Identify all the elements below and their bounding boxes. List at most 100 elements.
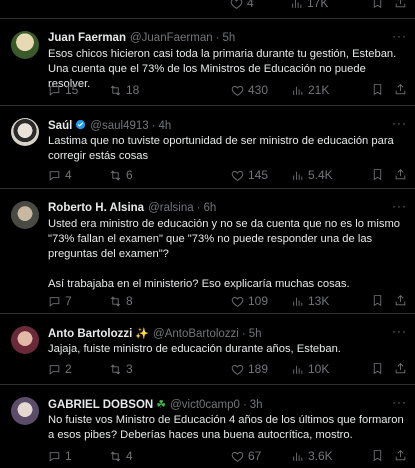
reply-action[interactable]: 7 — [48, 294, 72, 308]
views-action[interactable]: 13K — [291, 294, 329, 308]
reply-count: 7 — [65, 294, 72, 308]
views-icon — [293, 86, 303, 95]
bookmark-icon[interactable] — [371, 168, 384, 181]
avatar[interactable] — [11, 118, 39, 146]
retweet-action[interactable]: 18 — [109, 83, 139, 97]
share-icon[interactable] — [394, 83, 407, 96]
views-icon — [293, 365, 303, 374]
like-count: 430 — [248, 83, 269, 97]
tweet[interactable]: Roberto H. Alsina @ralsina · 6h ··· Uste… — [0, 189, 415, 314]
timestamp[interactable]: 3h — [250, 399, 263, 411]
handle[interactable]: @AntoBartolozzi — [153, 328, 239, 340]
bookmark-icon[interactable] — [371, 0, 384, 9]
reply-count: 4 — [65, 168, 72, 182]
views-action[interactable]: 21K — [291, 83, 329, 97]
views-action[interactable]: 3.6K — [291, 449, 333, 463]
view-count: 17K — [307, 0, 329, 10]
share-icon[interactable] — [394, 294, 407, 307]
timestamp[interactable]: 5h — [222, 32, 235, 44]
more-options-icon[interactable]: ··· — [392, 199, 407, 213]
reply-icon — [49, 296, 60, 307]
bookmark-icon[interactable] — [371, 449, 384, 462]
handle[interactable]: @JuanFaerman — [130, 32, 213, 44]
like-action[interactable]: 145 — [231, 168, 268, 182]
separator-dot: · — [241, 327, 246, 340]
tail-actions — [371, 83, 407, 96]
previous-tweet-actions: 4 17K — [0, 0, 415, 19]
like-action[interactable]: 4 — [230, 0, 254, 10]
share-icon[interactable] — [394, 362, 407, 375]
share-icon[interactable] — [394, 449, 407, 462]
like-action[interactable]: 189 — [231, 362, 268, 376]
retweet-action[interactable]: 4 — [109, 449, 133, 463]
retweet-icon — [110, 85, 121, 95]
more-options-icon[interactable]: ··· — [392, 29, 407, 43]
avatar[interactable] — [11, 397, 39, 425]
timestamp[interactable]: 6h — [203, 202, 216, 214]
display-name[interactable]: Saúl — [48, 120, 72, 132]
display-name[interactable]: Roberto H. Alsina — [48, 202, 144, 214]
share-icon[interactable] — [394, 0, 407, 9]
more-options-icon[interactable]: ··· — [392, 116, 407, 130]
display-name[interactable]: Juan Faerman — [48, 32, 126, 44]
views-icon — [293, 297, 303, 306]
retweet-count: 4 — [126, 449, 133, 463]
display-name[interactable]: Anto Bartolozzi — [48, 328, 132, 340]
tweet[interactable]: GABRIEL DOBSON ☘ @vict0camp0 · 3h ··· No… — [0, 385, 415, 468]
heart-icon — [231, 451, 244, 462]
tweet-header: GABRIEL DOBSON ☘ @vict0camp0 · 3h — [48, 398, 263, 412]
retweet-action[interactable]: 6 — [109, 168, 133, 182]
separator-dot: · — [215, 32, 220, 44]
display-name[interactable]: GABRIEL DOBSON — [48, 399, 153, 411]
retweet-action[interactable]: 8 — [109, 294, 133, 308]
tweet-header: Anto Bartolozzi ✨ @AntoBartolozzi · 5h — [48, 327, 262, 341]
separator-dot: · — [151, 120, 156, 132]
tweet[interactable]: Juan Faerman @JuanFaerman · 5h ··· Esos … — [0, 19, 415, 106]
tweet[interactable]: Saúl @saul4913 · 4h ··· Lastima que no t… — [0, 106, 415, 189]
like-action[interactable]: 109 — [231, 294, 268, 308]
reply-action[interactable]: 2 — [48, 362, 72, 376]
tweet[interactable]: Anto Bartolozzi ✨ @AntoBartolozzi · 5h ·… — [0, 314, 415, 385]
reply-icon — [49, 451, 60, 462]
tail-actions — [371, 0, 407, 9]
more-options-icon[interactable]: ··· — [392, 395, 407, 409]
reply-action[interactable]: 4 — [48, 168, 72, 182]
tail-actions — [371, 449, 407, 462]
avatar[interactable] — [11, 326, 39, 354]
views-action[interactable]: 17K — [290, 0, 328, 10]
retweet-count: 18 — [126, 83, 140, 97]
view-count: 21K — [308, 83, 330, 97]
more-options-icon[interactable]: ··· — [392, 324, 407, 338]
tweet-actions: 4 6 145 5.4K — [48, 168, 408, 182]
like-action[interactable]: 430 — [231, 83, 268, 97]
view-count: 10K — [308, 362, 330, 376]
reply-action[interactable]: 1 — [48, 449, 72, 463]
tweet-text: Usted era ministro de educación y no se … — [48, 218, 400, 290]
retweet-action[interactable]: 3 — [109, 362, 133, 376]
avatar[interactable] — [11, 201, 39, 229]
reply-feed: 4 17K Juan Faerman @JuanFaerman · 5h ···… — [0, 0, 415, 468]
bookmark-icon[interactable] — [371, 362, 384, 375]
handle[interactable]: @vict0camp0 — [170, 399, 240, 411]
reply-action[interactable]: 15 — [48, 83, 78, 97]
handle[interactable]: @saul4913 — [90, 120, 148, 132]
bookmark-icon[interactable] — [371, 294, 384, 307]
timestamp[interactable]: 5h — [249, 328, 262, 340]
handle[interactable]: @ralsina — [148, 202, 194, 214]
retweet-count: 3 — [126, 362, 133, 376]
avatar-image — [11, 31, 39, 59]
tweet-header: Juan Faerman @JuanFaerman · 5h — [48, 32, 235, 44]
like-action[interactable]: 67 — [231, 449, 261, 463]
views-action[interactable]: 10K — [291, 362, 329, 376]
views-action[interactable]: 5.4K — [291, 168, 333, 182]
reply-count: 15 — [65, 83, 79, 97]
tail-actions — [371, 362, 407, 375]
avatar[interactable] — [11, 31, 39, 59]
views-icon — [293, 452, 303, 461]
timestamp[interactable]: 4h — [159, 120, 172, 132]
bookmark-icon[interactable] — [371, 83, 384, 96]
share-icon[interactable] — [394, 168, 407, 181]
reply-count: 1 — [65, 449, 72, 463]
heart-icon — [231, 170, 244, 181]
avatar-image — [11, 397, 39, 425]
